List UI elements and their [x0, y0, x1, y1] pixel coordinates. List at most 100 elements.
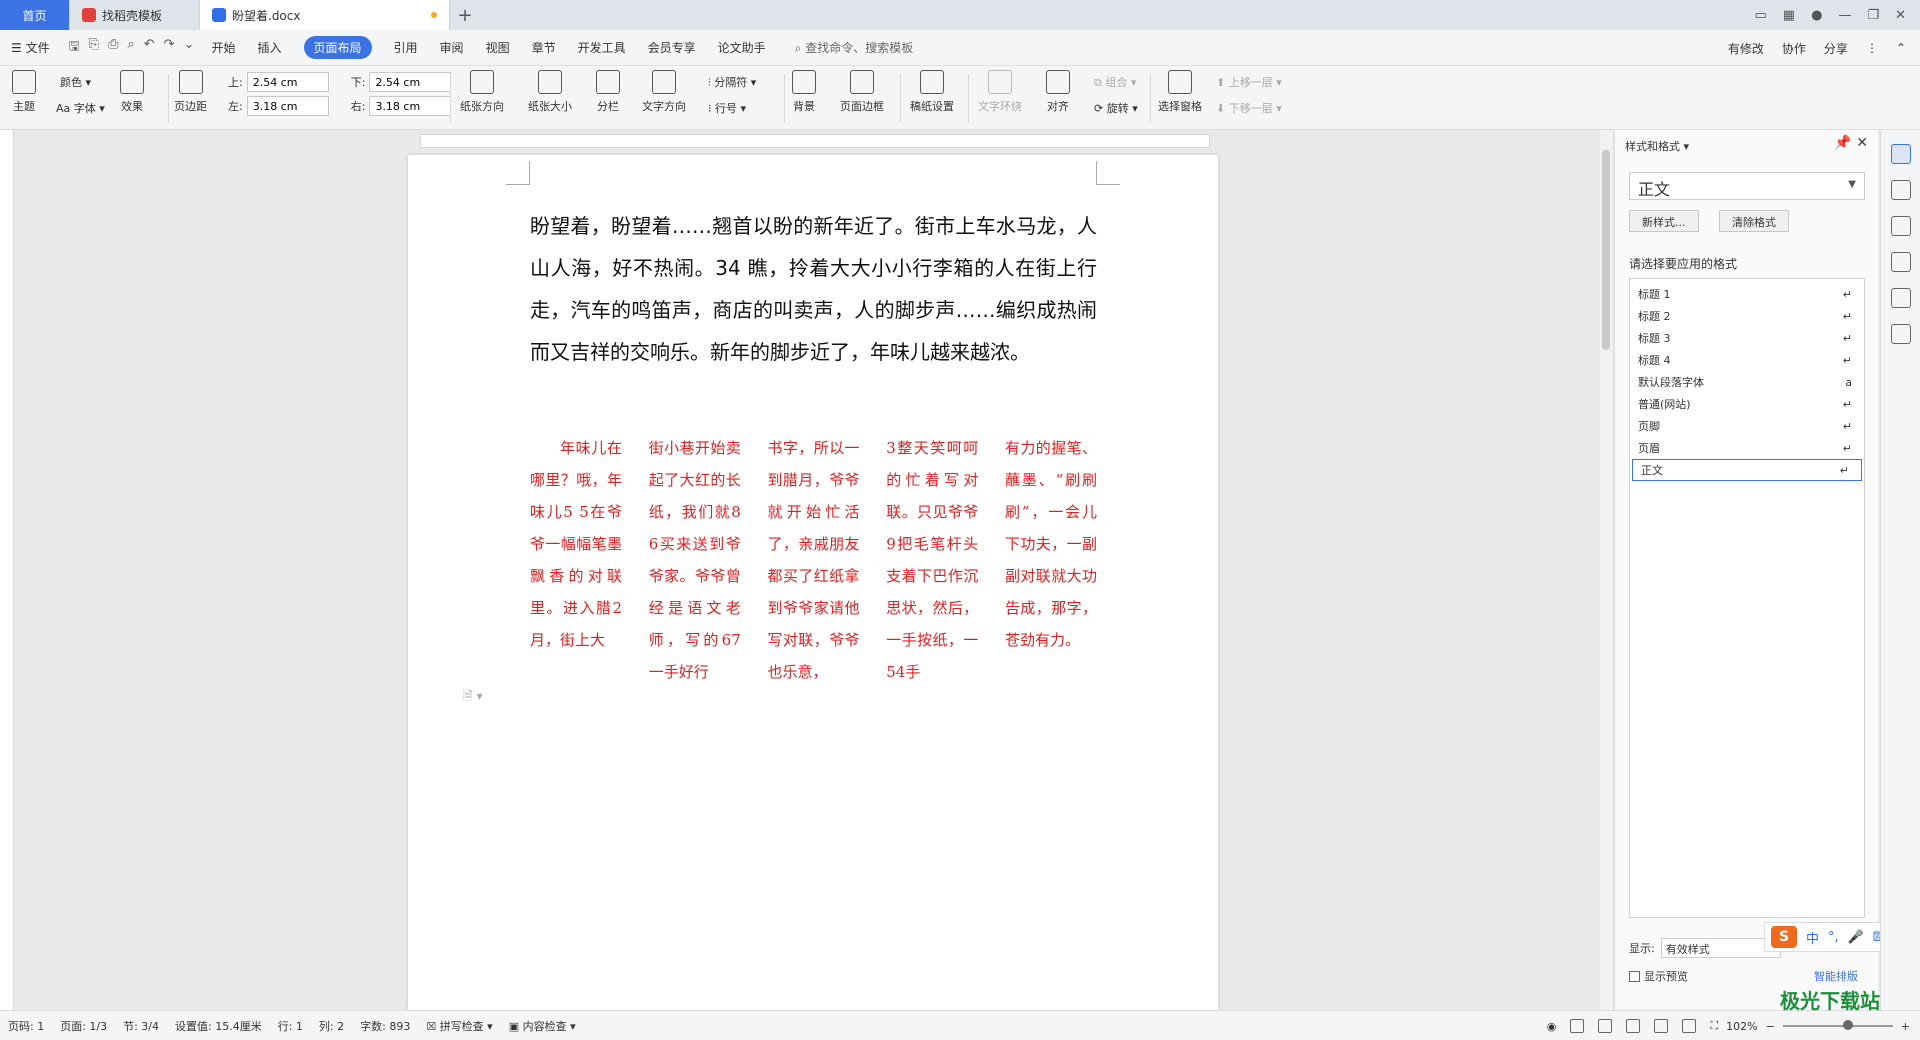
page-border-button[interactable]: 页面边框	[840, 70, 884, 114]
changes-button[interactable]: 有修改	[1728, 40, 1764, 57]
adjust-icon[interactable]	[1890, 216, 1911, 236]
margin-top-input[interactable]	[246, 72, 329, 92]
avatar[interactable]: ●	[1811, 8, 1822, 23]
send-backward-button[interactable]: ⬇ 下移一层 ▾	[1216, 100, 1282, 116]
status-page[interactable]: 页面: 1/3	[60, 1018, 107, 1034]
clear-format-button[interactable]: 清除格式	[1719, 210, 1789, 232]
status-col[interactable]: 列: 2	[319, 1018, 344, 1034]
preview-checkbox[interactable]	[1629, 970, 1640, 982]
file-menu[interactable]: ☰ 文件	[11, 39, 50, 56]
menu-review[interactable]: 审阅	[440, 39, 464, 56]
column-1[interactable]: 年味儿在哪里？哦，年味儿5 5在爷爷一幅幅笔墨飘香的对联里。进入腊2月，街上大	[530, 432, 622, 688]
style-pen-icon[interactable]	[1890, 144, 1911, 164]
zoom-out-button[interactable]: −	[1766, 1020, 1775, 1033]
bring-forward-button[interactable]: ⬆ 上移一层 ▾	[1216, 74, 1282, 90]
fit-page-icon[interactable]: ⛶	[1710, 1019, 1718, 1033]
redo-icon[interactable]: ↷	[164, 37, 175, 59]
tab-template[interactable]: 找稻壳模板	[70, 0, 200, 30]
text-wrap-button[interactable]: 文字环绕	[978, 70, 1022, 114]
more-icon[interactable]: ⌄	[184, 37, 195, 59]
group-button[interactable]: ⧉ 组合 ▾	[1094, 74, 1136, 90]
content-check-button[interactable]: ▣ 内容检查 ▾	[509, 1018, 576, 1034]
undo-icon[interactable]: ↶	[144, 37, 155, 59]
command-search[interactable]: ⌕ 查找命令、搜索模板	[795, 39, 914, 56]
status-row[interactable]: 行: 1	[278, 1018, 303, 1034]
pen-mode-icon[interactable]	[1682, 1019, 1697, 1033]
status-setting[interactable]: 设置值: 15.4厘米	[175, 1018, 262, 1034]
menu-thesis[interactable]: 论文助手	[718, 39, 766, 56]
panel-close-icon[interactable]: 📌 ✕	[1834, 135, 1868, 151]
preview-icon[interactable]: ⌕	[127, 37, 134, 59]
menu-developer[interactable]: 开发工具	[578, 39, 626, 56]
style-item[interactable]: 默认段落字体 a	[1630, 371, 1864, 393]
preview-toggle[interactable]: 显示预览	[1629, 968, 1688, 984]
book-icon[interactable]	[1890, 324, 1911, 344]
column-4[interactable]: 3整天笑呵呵的忙着写对联。只见爷爷9把毛笔杆头支着下巴作沉思状，然后，一手按纸，…	[886, 432, 978, 688]
effect-button[interactable]: 效果	[120, 70, 144, 114]
style-item[interactable]: 页眉 ↵	[1630, 437, 1864, 459]
spell-check-button[interactable]: ☒ 拼写检查 ▾	[426, 1018, 492, 1034]
grid-paper-button[interactable]: 稿纸设置	[910, 70, 954, 114]
column-2[interactable]: 街小巷开始卖起了大红的长纸，我们就86买来送到爷爷家。爷爷曾经是语文老师，写的6…	[649, 432, 741, 688]
rotate-button[interactable]: ⟳ 旋转 ▾	[1094, 100, 1138, 116]
collaborate-button[interactable]: 协作	[1782, 40, 1806, 57]
export-icon[interactable]: ⎘	[89, 37, 99, 59]
menu-start[interactable]: 开始	[211, 39, 235, 56]
tab-home[interactable]: 首页	[0, 0, 70, 30]
ime-lang[interactable]: 中	[1806, 928, 1819, 947]
close-button[interactable]: ✕	[1895, 8, 1906, 23]
scrollbar-thumb[interactable]	[1602, 150, 1610, 350]
collapse-ribbon-icon[interactable]: ⌃	[1896, 41, 1906, 55]
document-page[interactable]: 盼望着，盼望着……翘首以盼的新年近了。街市上车水马龙，人山人海，好不热闹。34 …	[408, 155, 1218, 1010]
column-5[interactable]: 有力的握笔、蘸墨、“刷刷刷”，一会儿下功夫，一副副对联就大功告成，那字，苍劲有力…	[1005, 432, 1097, 688]
margin-bottom-input[interactable]	[369, 72, 452, 92]
menu-references[interactable]: 引用	[394, 39, 418, 56]
column-3[interactable]: 书字，所以一到腊月，爷爷就开始忙活了，亲戚朋友都买了红纸拿到爷爷家请他写对联，爷…	[768, 432, 860, 688]
outline-view-icon[interactable]	[1598, 1019, 1613, 1033]
menu-view[interactable]: 视图	[486, 39, 510, 56]
tab-document[interactable]: 盼望着.docx	[200, 0, 450, 30]
show-select[interactable]: 有效样式	[1660, 938, 1781, 958]
status-section[interactable]: 节: 3/4	[123, 1018, 159, 1034]
menu-insert[interactable]: 插入	[258, 39, 282, 56]
zoom-slider-knob[interactable]	[1842, 1020, 1853, 1030]
menu-section[interactable]: 章节	[532, 39, 556, 56]
selection-pane-button[interactable]: 选择窗格	[1158, 70, 1202, 114]
zoom-value[interactable]: 102%	[1726, 1020, 1757, 1033]
text-direction-button[interactable]: 文字方向	[642, 70, 686, 114]
style-item[interactable]: 页脚 ↵	[1630, 415, 1864, 437]
style-item[interactable]: 普通(网站) ↵	[1630, 393, 1864, 415]
punctuation-icon[interactable]: °,	[1828, 930, 1839, 945]
layout-icon[interactable]: ▭	[1755, 8, 1767, 23]
background-button[interactable]: 背景	[792, 70, 816, 114]
save-icon[interactable]: 🖫	[69, 37, 80, 59]
style-item[interactable]: 标题 1 ↵	[1630, 283, 1864, 305]
zoom-slider[interactable]	[1782, 1020, 1893, 1030]
microphone-icon[interactable]: 🎤	[1848, 930, 1864, 945]
eye-protection-icon[interactable]: ◉	[1547, 1020, 1557, 1033]
margin-left-input[interactable]	[246, 96, 329, 116]
new-style-button[interactable]: 新样式...	[1629, 210, 1699, 232]
paste-options-icon[interactable]: 🗎 ▾	[463, 687, 483, 708]
minimize-button[interactable]: —	[1838, 8, 1851, 23]
share-button[interactable]: 分享	[1824, 40, 1848, 57]
horizontal-ruler[interactable]	[420, 134, 1210, 148]
more-menu-icon[interactable]: ⋮	[1866, 41, 1878, 55]
columns-button[interactable]: 分栏	[596, 70, 620, 114]
reading-view-icon[interactable]	[1626, 1019, 1641, 1033]
body-paragraph[interactable]: 盼望着，盼望着……翘首以盼的新年近了。街市上车水马龙，人山人海，好不热闹。34 …	[530, 205, 1097, 373]
vertical-scrollbar[interactable]	[1600, 130, 1612, 1010]
status-words[interactable]: 字数: 893	[360, 1018, 410, 1034]
status-page-code[interactable]: 页码: 1	[8, 1018, 44, 1034]
theme-button[interactable]: 主题	[12, 70, 36, 114]
page-view-icon[interactable]	[1570, 1019, 1585, 1033]
style-item[interactable]: 标题 2 ↵	[1630, 305, 1864, 327]
panel-title[interactable]: 样式和格式 ▾	[1625, 138, 1689, 154]
style-item[interactable]: 标题 4 ↵	[1630, 349, 1864, 371]
style-item[interactable]: 标题 3 ↵	[1630, 327, 1864, 349]
font-button[interactable]: Aa 字体 ▾	[56, 100, 105, 116]
menu-page-layout[interactable]: 页面布局	[303, 36, 372, 59]
line-number-button[interactable]: ⁝ 行号 ▾	[708, 100, 746, 116]
color-button[interactable]: 颜色 ▾	[60, 74, 91, 90]
print-icon[interactable]: ⎙	[108, 37, 118, 59]
